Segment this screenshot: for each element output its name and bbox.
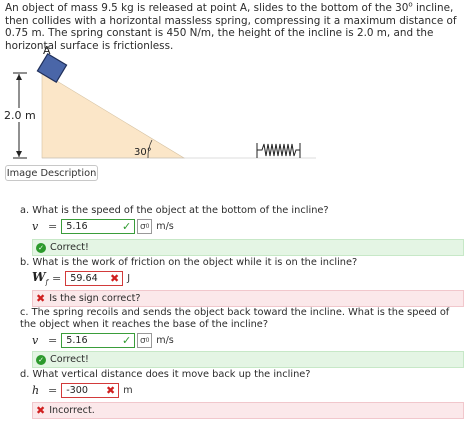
feedback-correct-a: ✓ Correct! [32,239,464,256]
unit-label: m/s [156,221,174,232]
equals-sign: = [48,384,58,397]
equals-sign: = [52,272,62,285]
check-icon: ✓ [122,220,132,233]
equals-sign: = [48,220,58,233]
question-b-text: b. What is the work of friction on the o… [20,257,358,268]
variable-w: Wf [32,270,49,287]
equals-sign: = [48,334,58,347]
answer-row-d: h = -300 ✖ m [32,382,133,399]
height-label: 2.0 m [4,109,36,122]
angle-label: 30° [134,147,152,158]
unit-label: m/s [156,335,174,346]
answer-row-b: Wf = 59.64 ✖ J [32,270,130,287]
answer-row-a: v = 5.16 ✓ σ0 m/s [32,218,174,235]
check-circle-icon: ✓ [36,242,46,253]
variable-v: v [32,220,39,233]
feedback-text: Correct! [50,242,89,253]
unit-label: J [127,273,131,284]
feedback-correct-c: ✓ Correct! [32,351,464,368]
input-value: 5.16 [66,335,88,346]
incline [41,71,186,159]
incline-figure: A 2.0 m 30° [2,44,316,159]
check-icon: ✓ [122,334,132,347]
input-value: 5.16 [66,221,88,232]
problem-text-1: An object of mass 9.5 kg is released at … [5,2,409,14]
cross-icon: ✖ [106,384,116,397]
feedback-text: Correct! [50,354,89,365]
question-d-text: d. What vertical distance does it move b… [20,369,311,380]
spring [256,143,301,158]
height-input-d[interactable]: -300 ✖ [61,383,120,398]
question-c-text: c. The spring recoils and sends the obje… [20,307,450,330]
cross-icon: ✖ [110,272,120,285]
check-circle-icon: ✓ [36,354,46,365]
question-a-text: a. What is the speed of the object at th… [20,205,329,216]
unit-tool-icon[interactable]: σ0 [137,333,153,348]
unit-tool-icon[interactable]: σ0 [137,219,153,234]
input-value: 59.64 [70,273,98,284]
feedback-incorrect-b: ✖ Is the sign correct? [32,290,464,307]
height-arrow-down [16,151,22,157]
speed-input-c[interactable]: 5.16 ✓ [61,333,136,348]
work-input-b[interactable]: 59.64 ✖ [65,271,124,286]
image-description-button[interactable]: Image Description [5,165,98,181]
feedback-text: Is the sign correct? [49,293,141,304]
speed-input-a[interactable]: 5.16 ✓ [61,219,136,234]
answer-row-c: v = 5.16 ✓ σ0 m/s [32,332,174,349]
variable-v: v [32,334,39,347]
cross-icon: ✖ [36,404,46,417]
cross-icon: ✖ [36,292,46,305]
input-value: -300 [66,385,88,396]
feedback-incorrect-d: ✖ Incorrect. [32,402,464,419]
variable-h: h [32,384,40,397]
feedback-text: Incorrect. [49,405,95,416]
unit-label: m [123,385,133,396]
height-arrow-up [16,74,22,80]
